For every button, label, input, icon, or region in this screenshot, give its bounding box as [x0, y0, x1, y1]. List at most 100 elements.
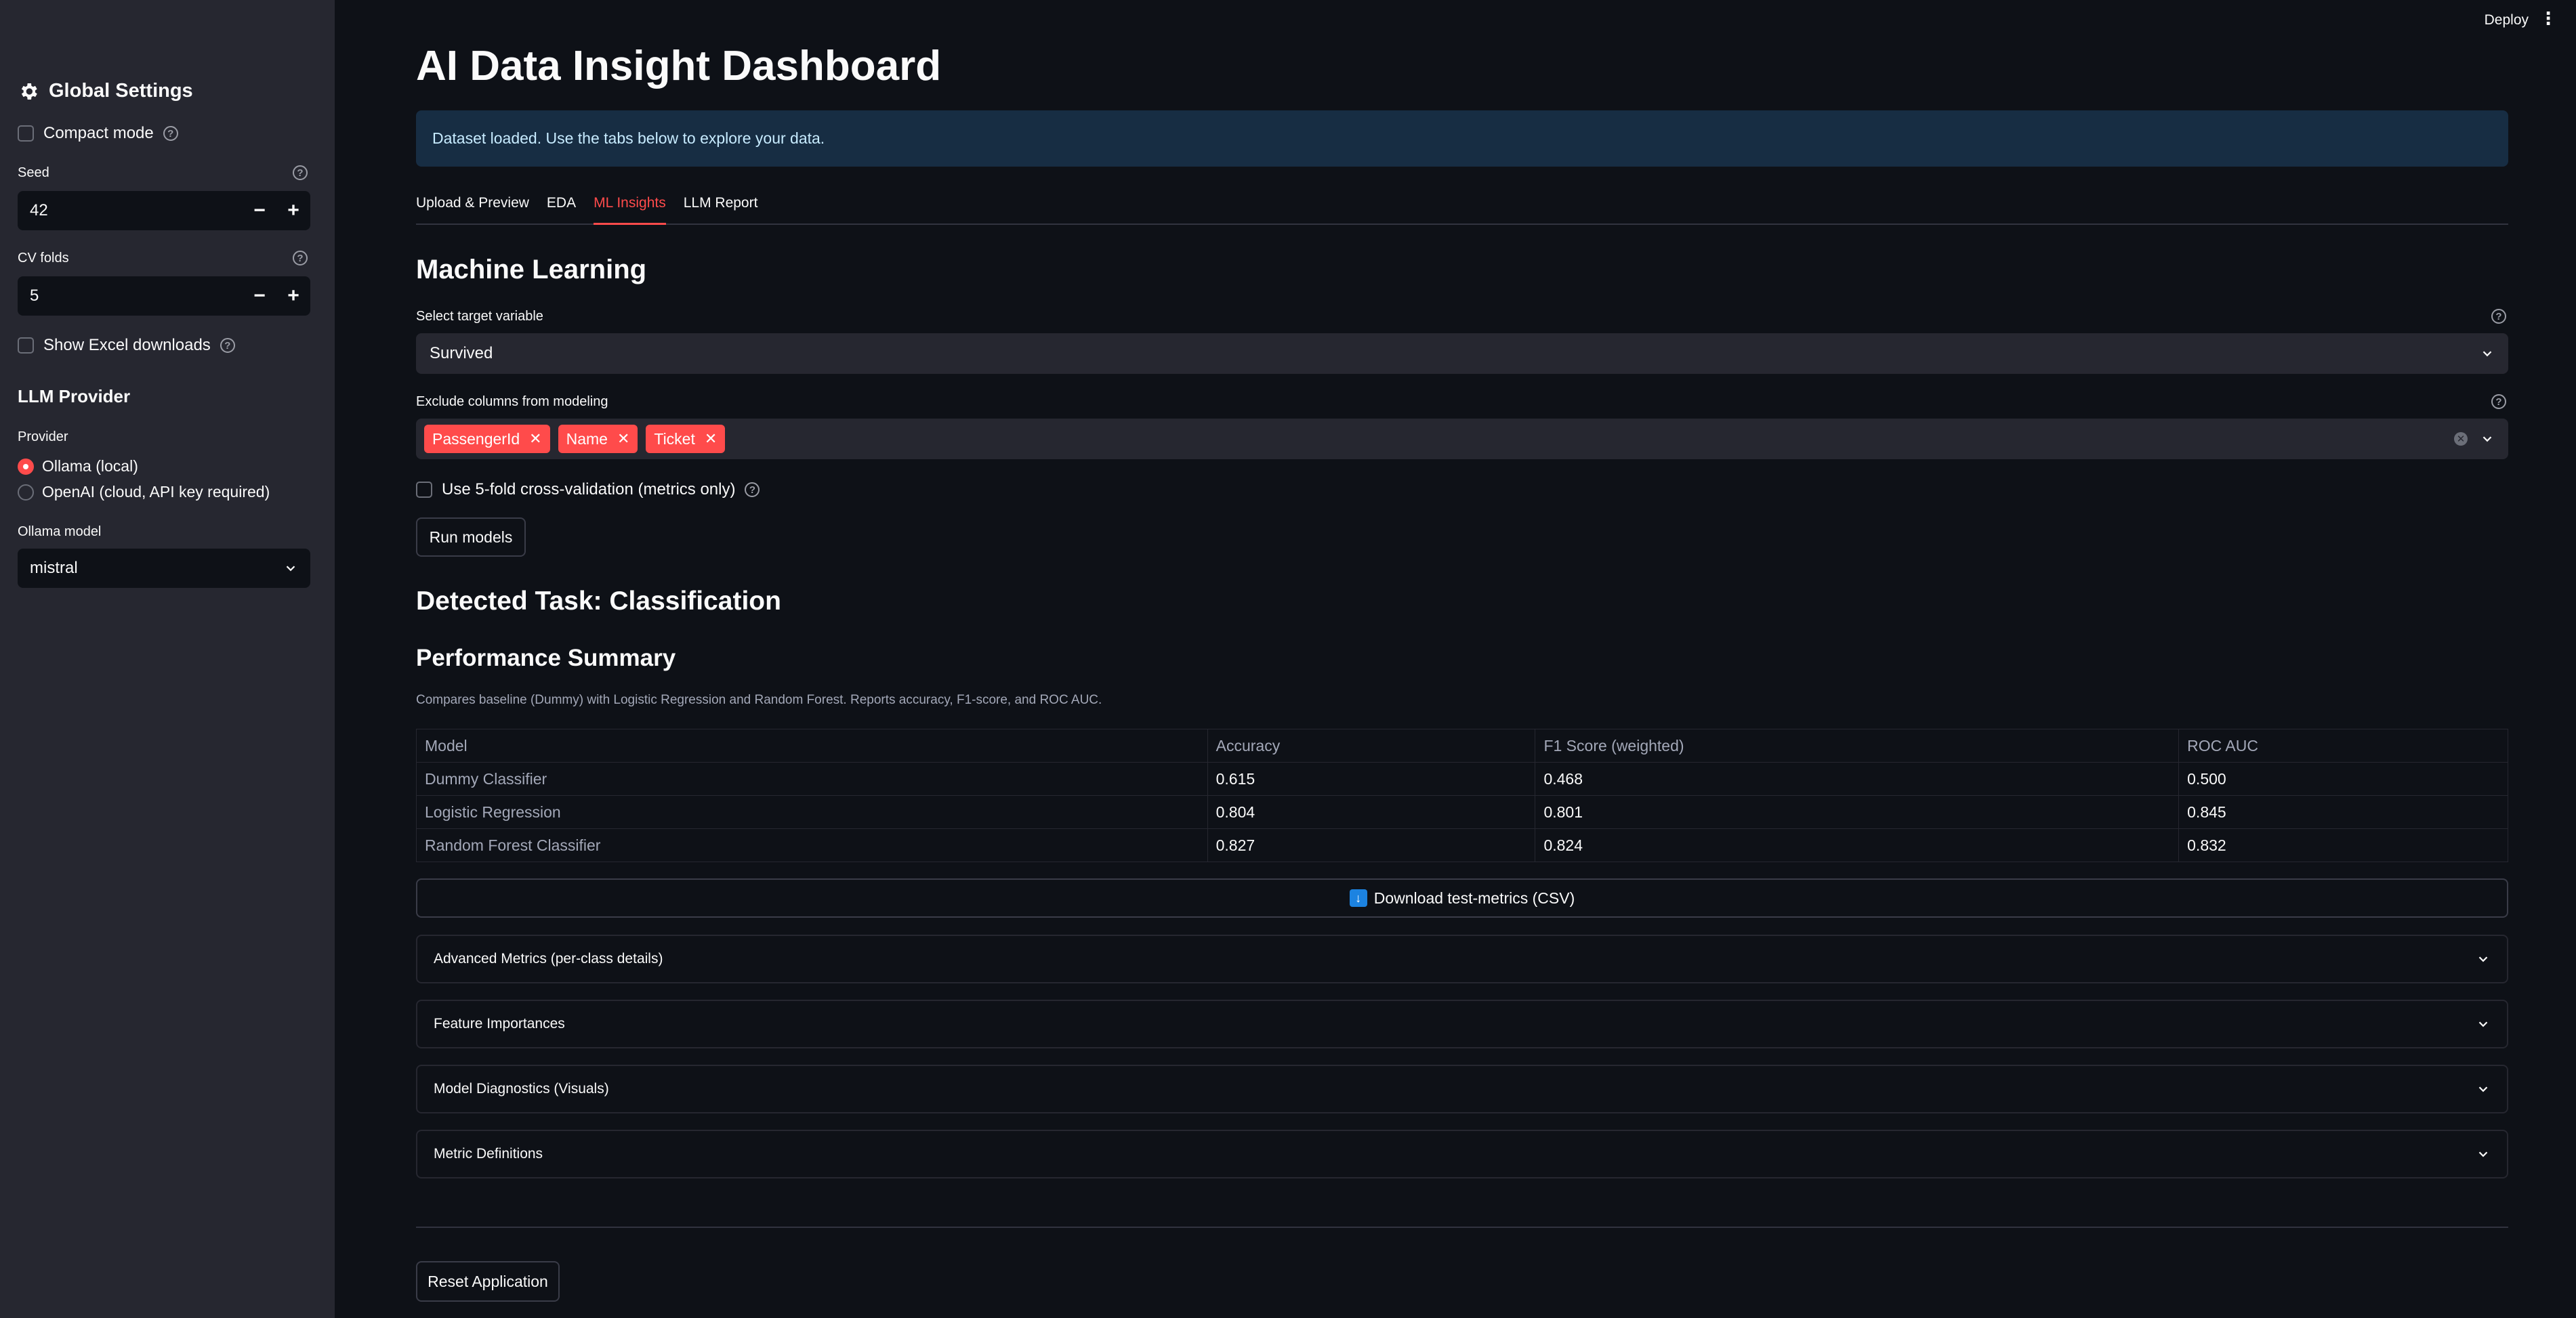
ollama-model-label: Ollama model: [18, 524, 102, 539]
table-row: Logistic Regression 0.804 0.801 0.845: [416, 795, 2508, 829]
table-cell: 0.468: [1535, 762, 2180, 796]
provider-option-label: Ollama (local): [42, 457, 138, 475]
run-models-button[interactable]: Run models: [416, 517, 526, 557]
excel-downloads-label: Show Excel downloads: [43, 336, 211, 354]
help-icon[interactable]: ?: [220, 338, 235, 353]
deploy-button[interactable]: Deploy: [2485, 12, 2529, 28]
close-icon[interactable]: ✕: [705, 430, 717, 448]
help-icon[interactable]: ?: [745, 482, 760, 497]
seed-value[interactable]: 42: [30, 201, 243, 220]
close-icon[interactable]: ✕: [617, 430, 629, 448]
cv-folds-input[interactable]: 5 − +: [18, 276, 310, 316]
chevron-down-icon: [286, 566, 295, 572]
tab-ml-insights[interactable]: ML Insights: [594, 194, 666, 225]
exclude-label: Exclude columns from modeling: [416, 394, 608, 409]
cv-checkbox-label: Use 5-fold cross-validation (metrics onl…: [442, 480, 736, 498]
info-alert: Dataset loaded. Use the tabs below to ex…: [416, 110, 2508, 167]
help-icon[interactable]: ?: [2491, 394, 2506, 409]
chevron-down-icon: [2478, 956, 2488, 962]
table-cell: 0.845: [2178, 795, 2508, 829]
cv-checkbox[interactable]: Use 5-fold cross-validation (metrics onl…: [416, 480, 760, 499]
table-cell: 0.801: [1535, 795, 2180, 829]
clear-all-icon[interactable]: ✕: [2454, 432, 2468, 446]
decrement-button[interactable]: −: [243, 284, 276, 307]
divider: [416, 1227, 2508, 1228]
download-metrics-button[interactable]: ↓ Download test-metrics (CSV): [416, 878, 2508, 918]
page-title: AI Data Insight Dashboard: [416, 43, 942, 89]
help-icon[interactable]: ?: [293, 251, 308, 265]
provider-option-openai[interactable]: OpenAI (cloud, API key required): [18, 483, 270, 501]
sidebar-title-text: Global Settings: [49, 80, 193, 102]
target-label: Select target variable: [416, 309, 543, 324]
performance-caption: Compares baseline (Dummy) with Logistic …: [416, 693, 1102, 707]
performance-summary-heading: Performance Summary: [416, 645, 676, 671]
column-header[interactable]: Accuracy: [1207, 729, 1536, 763]
expander-label: Model Diagnostics (Visuals): [434, 1081, 609, 1097]
chevron-down-icon[interactable]: [2480, 431, 2495, 446]
checkbox-box[interactable]: [416, 482, 432, 498]
table-cell: 0.832: [2178, 828, 2508, 862]
provider-option-ollama[interactable]: Ollama (local): [18, 457, 138, 475]
decrement-button[interactable]: −: [243, 199, 276, 222]
checkbox-box[interactable]: [18, 125, 34, 142]
radio-unselected[interactable]: [18, 484, 34, 501]
table-cell: 0.615: [1207, 762, 1536, 796]
radio-selected[interactable]: [18, 458, 34, 475]
tag-passengerid[interactable]: PassengerId ✕: [424, 425, 550, 453]
help-icon[interactable]: ?: [2491, 309, 2506, 324]
sidebar: Global Settings Compact mode ? Seed ? 42…: [0, 0, 335, 1318]
tag-label: PassengerId: [432, 429, 520, 448]
reset-application-button[interactable]: Reset Application: [416, 1261, 560, 1302]
kebab-menu-icon[interactable]: ⋮: [2539, 9, 2557, 27]
performance-table: Model Accuracy F1 Score (weighted) ROC A…: [416, 729, 2508, 862]
table-cell: Dummy Classifier: [416, 762, 1208, 796]
tag-name[interactable]: Name ✕: [558, 425, 638, 453]
expander-metric-definitions[interactable]: Metric Definitions: [416, 1130, 2508, 1178]
chevron-down-icon: [2478, 1086, 2488, 1092]
table-cell: 0.827: [1207, 828, 1536, 862]
table-header-row: Model Accuracy F1 Score (weighted) ROC A…: [416, 729, 2508, 763]
tab-upload-preview[interactable]: Upload & Preview: [416, 194, 529, 225]
chevron-down-icon: [2482, 351, 2492, 357]
checkbox-box[interactable]: [18, 337, 34, 354]
increment-button[interactable]: +: [276, 284, 310, 307]
provider-label: Provider: [18, 429, 68, 444]
cv-folds-value[interactable]: 5: [30, 286, 243, 305]
download-button-label: Download test-metrics (CSV): [1373, 889, 1575, 907]
tag-label: Ticket: [654, 429, 695, 448]
expander-feature-importances[interactable]: Feature Importances: [416, 1000, 2508, 1048]
ollama-model-select[interactable]: mistral: [18, 549, 310, 588]
tab-eda[interactable]: EDA: [547, 194, 576, 225]
expander-label: Feature Importances: [434, 1016, 565, 1032]
column-header[interactable]: Model: [416, 729, 1208, 763]
excel-downloads-checkbox[interactable]: Show Excel downloads ?: [18, 336, 235, 355]
tag-list: PassengerId ✕ Name ✕ Ticket ✕: [424, 425, 733, 453]
table-row: Dummy Classifier 0.615 0.468 0.500: [416, 762, 2508, 796]
exclude-multiselect[interactable]: PassengerId ✕ Name ✕ Ticket ✕ ✕: [416, 419, 2508, 459]
detected-task-heading: Detected Task: Classification: [416, 587, 781, 616]
close-icon[interactable]: ✕: [529, 430, 541, 448]
ollama-model-value: mistral: [30, 559, 78, 577]
section-title: Machine Learning: [416, 255, 647, 284]
seed-input[interactable]: 42 − +: [18, 191, 310, 230]
column-header[interactable]: ROC AUC: [2178, 729, 2508, 763]
column-header[interactable]: F1 Score (weighted): [1535, 729, 2180, 763]
provider-option-label: OpenAI (cloud, API key required): [42, 483, 270, 501]
expander-label: Metric Definitions: [434, 1146, 543, 1162]
table-cell: Logistic Regression: [416, 795, 1208, 829]
expander-advanced-metrics[interactable]: Advanced Metrics (per-class details): [416, 935, 2508, 983]
seed-label: Seed: [18, 165, 49, 180]
help-icon[interactable]: ?: [163, 126, 178, 141]
multiselect-controls: ✕: [2454, 431, 2495, 446]
table-cell: 0.500: [2178, 762, 2508, 796]
target-value: Survived: [430, 344, 493, 362]
cv-folds-label: CV folds: [18, 251, 69, 265]
tag-ticket[interactable]: Ticket ✕: [646, 425, 726, 453]
target-select[interactable]: Survived: [416, 333, 2508, 374]
sidebar-title: Global Settings: [18, 80, 193, 102]
tab-llm-report[interactable]: LLM Report: [684, 194, 758, 225]
help-icon[interactable]: ?: [293, 165, 308, 180]
compact-mode-checkbox[interactable]: Compact mode ?: [18, 124, 178, 143]
increment-button[interactable]: +: [276, 199, 310, 222]
expander-model-diagnostics[interactable]: Model Diagnostics (Visuals): [416, 1065, 2508, 1113]
